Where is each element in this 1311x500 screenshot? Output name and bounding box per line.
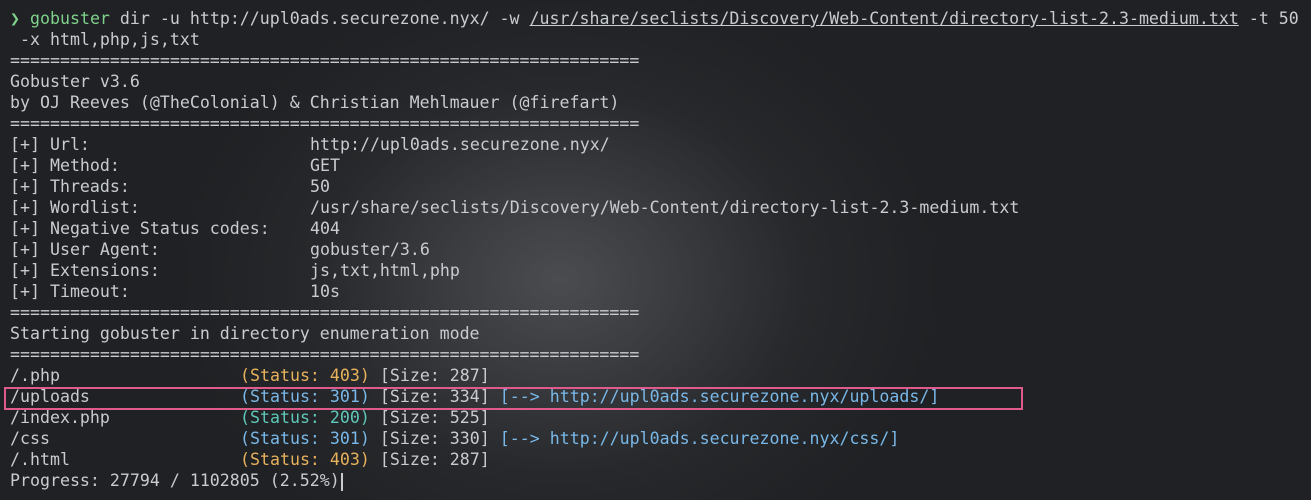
command-wordlist-path[interactable]: /usr/share/seclists/Discovery/Web-Conten… (530, 9, 1239, 28)
result-row: /.html (Status: 403) [Size: 287] (10, 449, 1110, 470)
result-size: [Size: 287] (379, 366, 490, 385)
result-redirect-link[interactable]: [--> http://upl0ads.securezone.nyx/css/] (500, 429, 900, 448)
config-key: [+] Wordlist: (10, 198, 140, 217)
separator: ========================================… (10, 303, 640, 322)
result-status: (Status: 301) (240, 387, 370, 406)
start-message: Starting gobuster in directory enumerati… (10, 324, 480, 343)
config-key: [+] Extensions: (10, 261, 160, 280)
progress-line: Progress: 27794 / 1102805 (2.52%) (10, 470, 343, 491)
command-line-wrap: -x html,php,js,txt (10, 30, 200, 49)
result-row: /uploads (Status: 301) [Size: 334] [--> h… (10, 386, 1110, 407)
result-status: (Status: 403) (240, 366, 370, 385)
result-row: /index.php (Status: 200) [Size: 525] (10, 407, 1110, 428)
config-row: [+] Threads: 50 (10, 176, 1110, 197)
text-cursor (340, 472, 343, 491)
result-path: /uploads (10, 387, 90, 406)
result-size: [Size: 287] (379, 450, 490, 469)
config-key: [+] Threads: (10, 177, 130, 196)
result-size: [Size: 330] (379, 429, 490, 448)
config-value: /usr/share/seclists/Discovery/Web-Conten… (310, 198, 1020, 217)
progress-text: Progress: 27794 / 1102805 (2.52%) (10, 471, 340, 490)
config-row: [+] Negative Status codes: 404 (10, 218, 1110, 239)
terminal-window[interactable]: ❯ gobuster dir -u http://upl0ads.securez… (0, 0, 1311, 500)
result-path: /index.php (10, 408, 110, 427)
config-row: [+] User Agent: gobuster/3.6 (10, 239, 1110, 260)
command-threads-arg: -t 50 (1238, 9, 1299, 28)
config-value: 404 (310, 219, 340, 238)
banner-authors: by OJ Reeves (@TheColonial) & Christian … (10, 93, 620, 112)
banner-version: Gobuster v3.6 (10, 72, 140, 91)
separator: ========================================… (10, 51, 640, 70)
command-program: gobuster (30, 9, 110, 28)
config-value: gobuster/3.6 (310, 240, 430, 259)
result-redirect-link[interactable]: [--> http://upl0ads.securezone.nyx/uploa… (500, 387, 940, 406)
result-status: (Status: 403) (240, 450, 370, 469)
result-size: [Size: 334] (379, 387, 490, 406)
config-value: 50 (310, 177, 330, 196)
config-key: [+] Method: (10, 156, 120, 175)
config-row: [+] Method: GET (10, 155, 1110, 176)
prompt-icon: ❯ (10, 9, 20, 28)
config-row: [+] Url: http://upl0ads.securezone.nyx/ (10, 134, 1110, 155)
config-key: [+] Url: (10, 135, 90, 154)
result-path: /.html (10, 450, 70, 469)
result-status: (Status: 200) (240, 408, 370, 427)
config-value: http://upl0ads.securezone.nyx/ (310, 135, 610, 154)
config-row: [+] Timeout: 10s (10, 281, 1110, 302)
result-size: [Size: 525] (379, 408, 490, 427)
result-path: /.php (10, 366, 60, 385)
result-path: /css (10, 429, 50, 448)
result-row: /css (Status: 301) [Size: 330] [--> http:… (10, 428, 1110, 449)
config-key: [+] Negative Status codes: (10, 219, 270, 238)
config-value: js,txt,html,php (310, 261, 460, 280)
command-args: dir -u http://upl0ads.securezone.nyx/ -w (109, 9, 530, 28)
result-row: /.php (Status: 403) [Size: 287] (10, 365, 1110, 386)
separator: ========================================… (10, 114, 640, 133)
result-status: (Status: 301) (240, 429, 370, 448)
config-key: [+] Timeout: (10, 282, 130, 301)
config-value: 10s (310, 282, 340, 301)
config-value: GET (310, 156, 340, 175)
config-key: [+] User Agent: (10, 240, 160, 259)
separator: ========================================… (10, 345, 640, 364)
config-row: [+] Wordlist: /usr/share/seclists/Discove… (10, 197, 1110, 218)
command-line: ❯ gobuster dir -u http://upl0ads.securez… (10, 8, 1299, 29)
config-row: [+] Extensions: js,txt,html,php (10, 260, 1110, 281)
